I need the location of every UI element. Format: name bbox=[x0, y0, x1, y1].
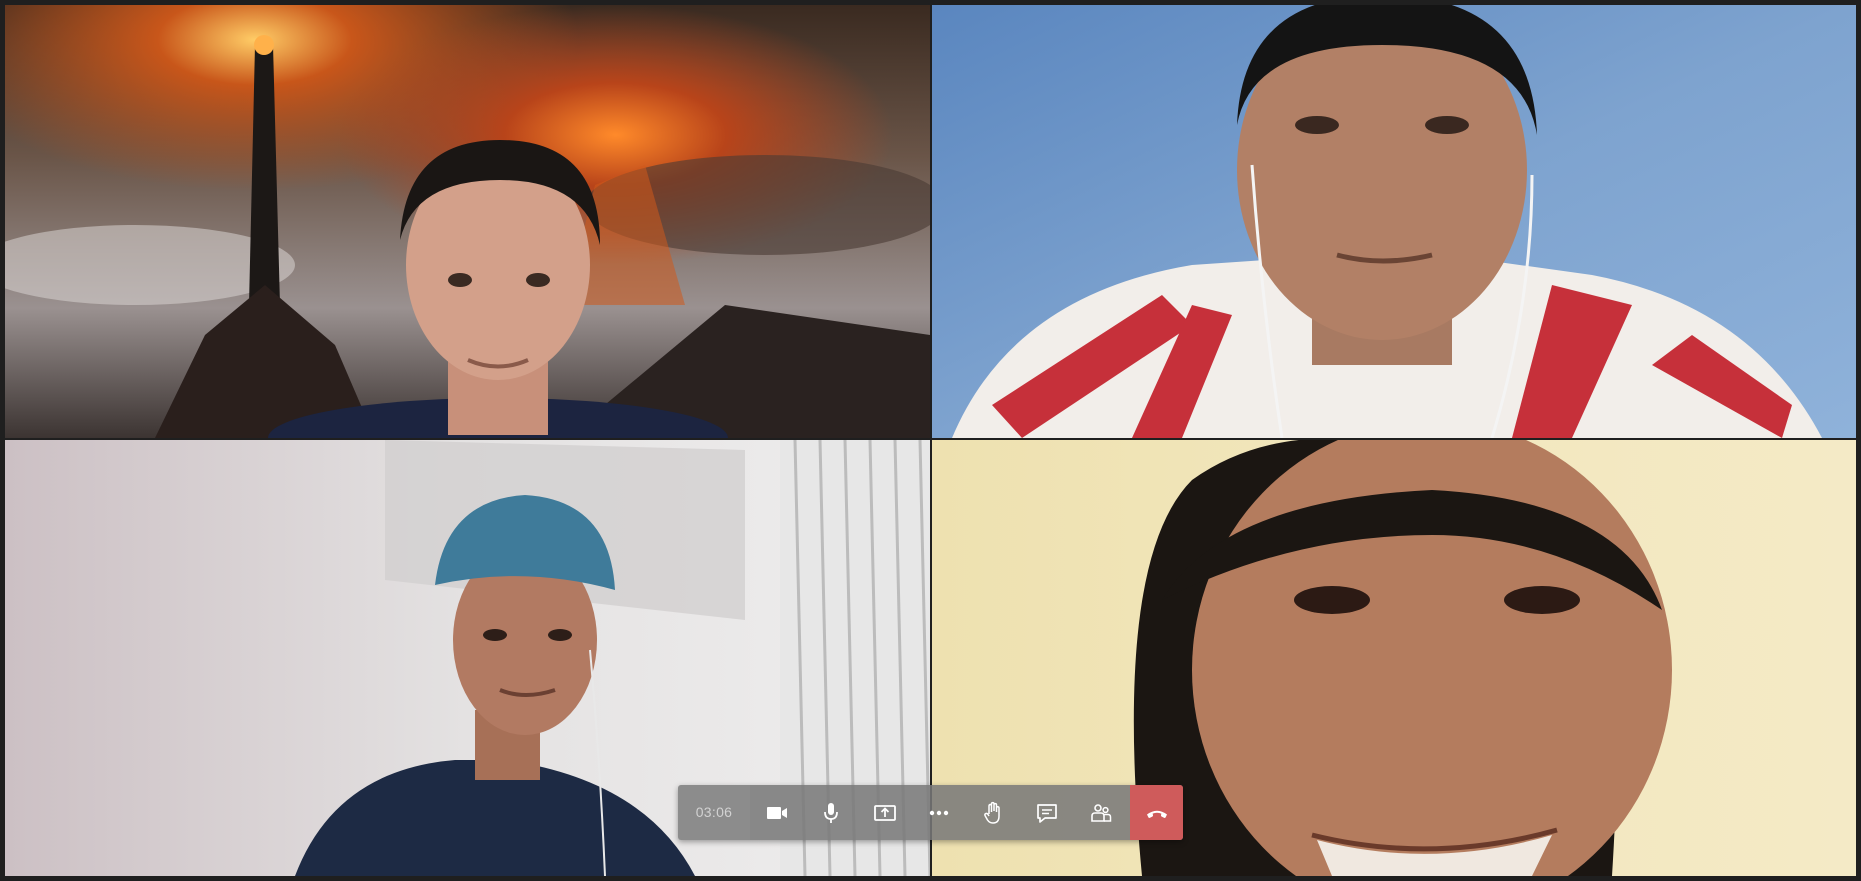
microphone-icon bbox=[824, 802, 838, 823]
chat-icon bbox=[1037, 803, 1057, 823]
more-options-icon bbox=[929, 810, 949, 815]
video-call-window: 03:06 bbox=[0, 0, 1861, 881]
camera-button[interactable] bbox=[750, 785, 804, 840]
share-screen-icon bbox=[874, 804, 896, 821]
participant-video-2 bbox=[932, 5, 1856, 438]
hang-up-button[interactable] bbox=[1130, 785, 1183, 840]
more-options-button[interactable] bbox=[912, 785, 966, 840]
participants-icon bbox=[1091, 803, 1112, 822]
participant-video-1 bbox=[5, 5, 930, 438]
chat-button[interactable] bbox=[1020, 785, 1074, 840]
camera-icon bbox=[767, 806, 787, 819]
video-tile-2[interactable] bbox=[932, 5, 1856, 438]
raise-hand-button[interactable] bbox=[966, 785, 1020, 840]
raise-hand-icon bbox=[984, 801, 1000, 824]
share-screen-button[interactable] bbox=[858, 785, 912, 840]
call-controls-bar: 03:06 bbox=[678, 785, 1183, 840]
microphone-button[interactable] bbox=[804, 785, 858, 840]
call-timer: 03:06 bbox=[678, 785, 750, 840]
video-tile-1[interactable] bbox=[5, 5, 930, 438]
hang-up-icon bbox=[1146, 810, 1167, 818]
participants-button[interactable] bbox=[1074, 785, 1128, 840]
